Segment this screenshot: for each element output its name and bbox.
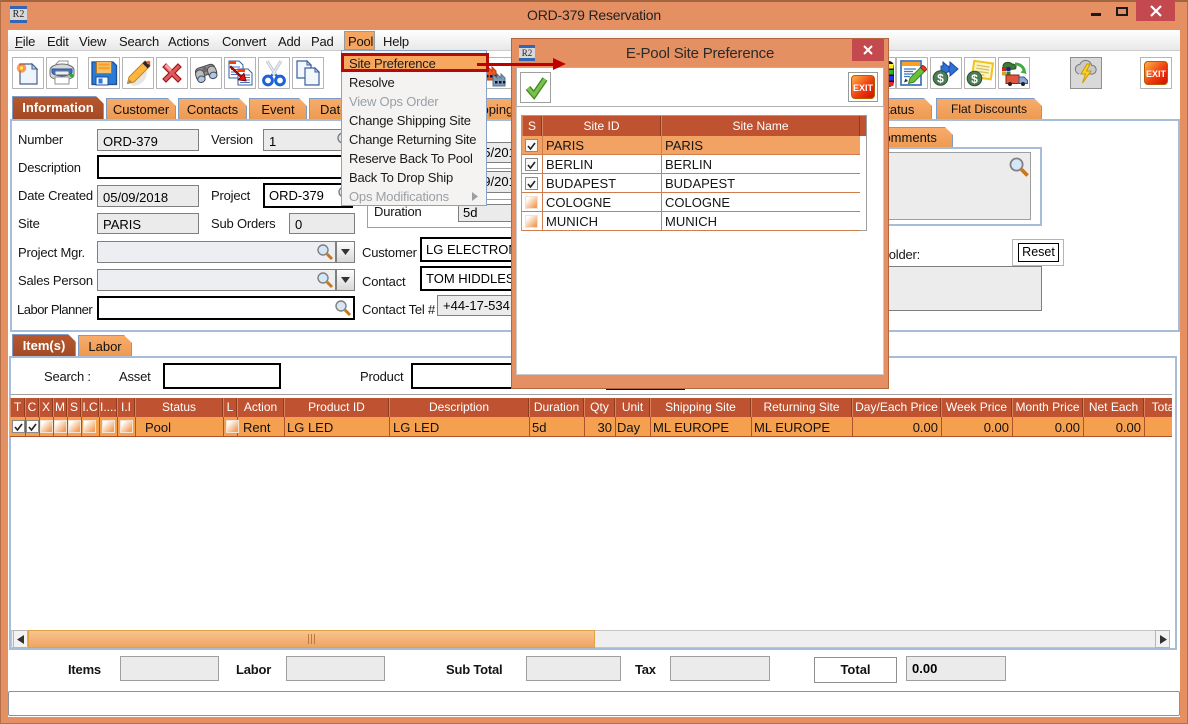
svg-text:$: $ bbox=[937, 72, 944, 86]
svg-text:$: $ bbox=[971, 72, 978, 86]
